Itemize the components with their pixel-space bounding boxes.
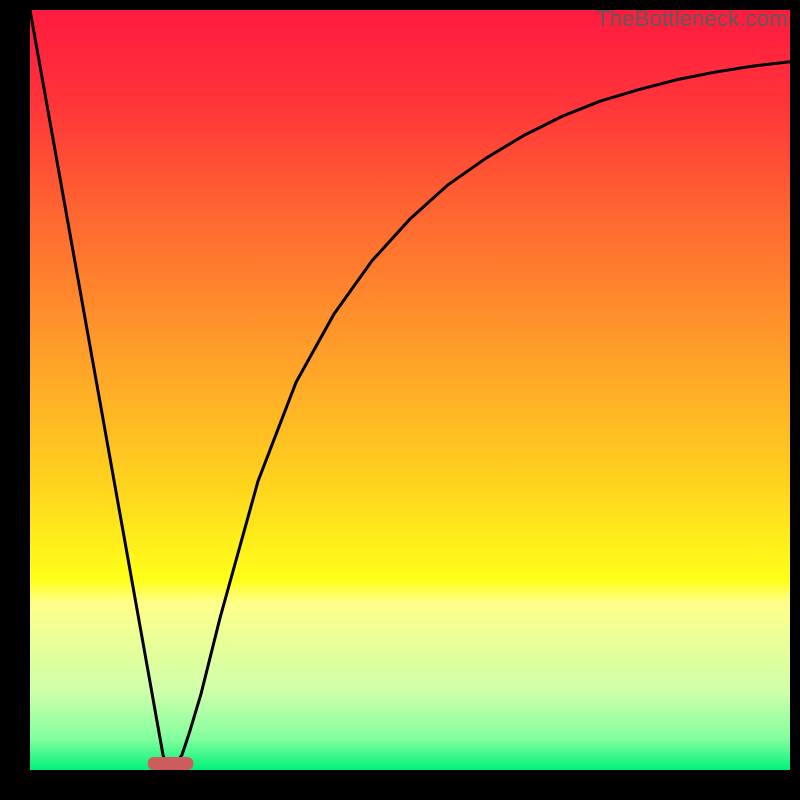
plot-area: [30, 10, 790, 770]
background-gradient: [30, 10, 790, 770]
chart-frame: TheBottleneck.com: [0, 0, 800, 800]
watermark-text: TheBottleneck.com: [596, 6, 788, 32]
